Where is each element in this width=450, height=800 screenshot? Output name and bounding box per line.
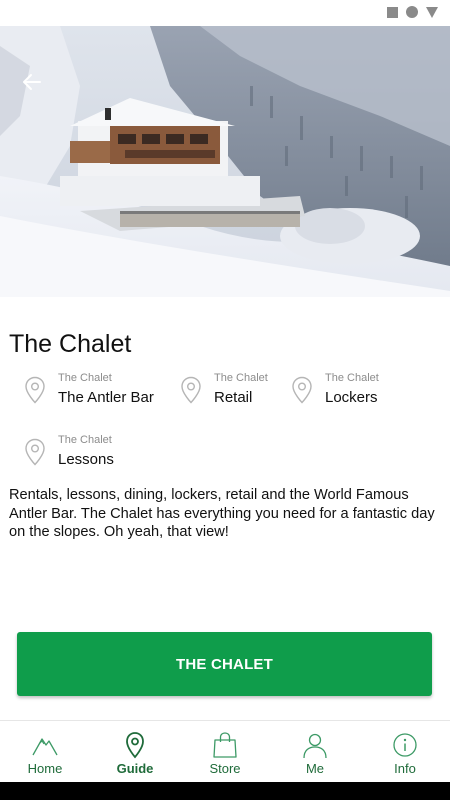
tab-home[interactable]: Home bbox=[0, 721, 90, 783]
location-name: The Antler Bar bbox=[58, 389, 154, 406]
tab-label: Info bbox=[394, 761, 416, 776]
back-button[interactable] bbox=[16, 66, 48, 98]
record-icon bbox=[406, 6, 418, 18]
tab-guide[interactable]: Guide bbox=[90, 721, 180, 783]
location-item-antler-bar[interactable]: The Chalet The Antler Bar bbox=[24, 372, 154, 408]
location-venue: The Chalet bbox=[214, 372, 268, 384]
status-bar bbox=[0, 0, 450, 26]
location-item-retail[interactable]: The Chalet Retail bbox=[180, 372, 268, 408]
location-name: Lockers bbox=[325, 389, 378, 406]
location-venue: The Chalet bbox=[58, 372, 112, 384]
shopping-bag-icon bbox=[213, 732, 237, 758]
location-venue: The Chalet bbox=[325, 372, 379, 384]
stop-icon bbox=[387, 6, 398, 18]
mountain-icon bbox=[32, 738, 58, 756]
tab-label: Home bbox=[27, 761, 63, 776]
signal-icon bbox=[426, 6, 438, 18]
tab-label: Guide bbox=[116, 761, 154, 776]
system-nav-bar bbox=[0, 782, 450, 800]
the-chalet-button[interactable]: THE CHALET bbox=[17, 632, 432, 696]
page-title: The Chalet bbox=[9, 330, 132, 358]
status-icons bbox=[387, 6, 438, 18]
map-pin-icon bbox=[126, 732, 144, 759]
info-icon bbox=[393, 733, 417, 757]
tab-label: Store bbox=[209, 761, 241, 776]
location-venue: The Chalet bbox=[58, 434, 112, 446]
person-icon bbox=[303, 733, 327, 759]
location-name: Retail bbox=[214, 389, 253, 406]
location-name: Lessons bbox=[58, 451, 114, 468]
tab-me[interactable]: Me bbox=[270, 721, 360, 783]
location-item-lessons[interactable]: The Chalet Lessons bbox=[24, 434, 114, 470]
map-pin-icon bbox=[181, 376, 201, 404]
tab-label: Me bbox=[305, 761, 325, 776]
arrow-left-icon bbox=[23, 74, 41, 90]
bottom-tab-bar: Home Guide Store Me Info bbox=[0, 720, 450, 783]
map-pin-icon bbox=[25, 376, 45, 404]
hero-image bbox=[0, 26, 450, 297]
location-item-lockers[interactable]: The Chalet Lockers bbox=[291, 372, 379, 408]
map-pin-icon bbox=[25, 438, 45, 466]
description: Rentals, lessons, dining, lockers, retai… bbox=[9, 487, 435, 540]
tab-info[interactable]: Info bbox=[360, 721, 450, 783]
tab-store[interactable]: Store bbox=[180, 721, 270, 783]
map-pin-icon bbox=[292, 376, 312, 404]
